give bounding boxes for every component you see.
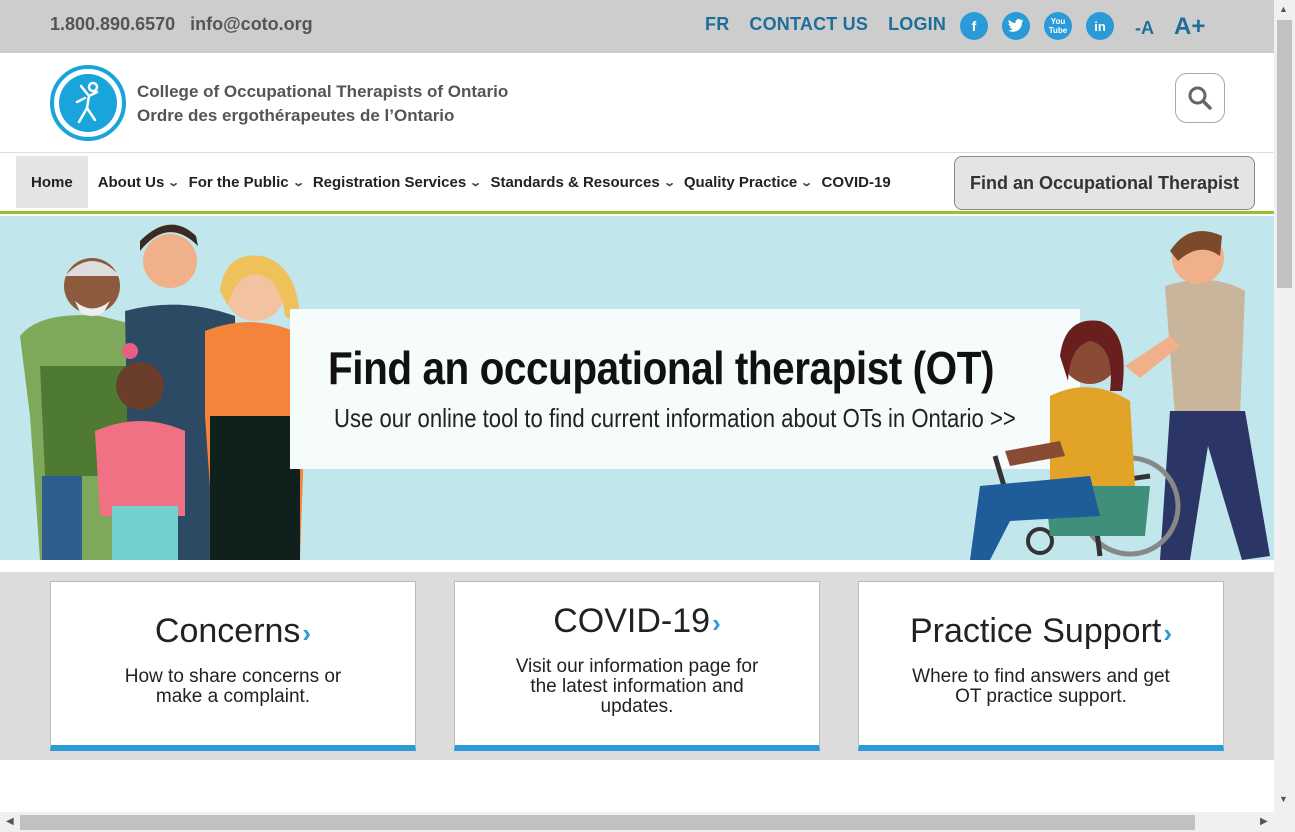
logo-figure-icon [59,74,117,132]
main-navigation: Home About Us ⌄ For the Public ⌄ Registrat… [0,154,1274,214]
find-ot-button[interactable]: Find an Occupational Therapist [954,156,1255,210]
login-link[interactable]: LOGIN [888,14,946,35]
card-title: Concerns› [154,612,312,650]
scroll-left-icon[interactable]: ◀ [6,816,14,827]
org-name-french: Ordre des ergothérapeutes de l’Ontario [137,106,455,125]
card-description: How to share concerns or make a complain… [124,666,342,707]
organization-name: College of Occupational Therapists of On… [137,80,508,128]
email-link[interactable]: info@coto.org [190,14,313,34]
org-name-english: College of Occupational Therapists of On… [137,82,509,101]
scroll-up-icon[interactable]: ▲ [1279,4,1288,14]
font-size-controls: -A A+ [1135,12,1205,41]
scroll-down-icon[interactable]: ▼ [1279,794,1288,804]
chevron-right-icon: › [712,608,721,638]
increase-font-button[interactable]: A+ [1174,13,1205,41]
nav-item-for-the-public[interactable]: For the Public ⌄ [184,156,308,208]
linkedin-icon[interactable]: in [1086,12,1114,40]
search-button[interactable] [1175,73,1225,123]
hero-subtitle[interactable]: Use our online tool to find current info… [334,403,1016,434]
site-header: College of Occupational Therapists of On… [0,53,1274,153]
quick-links-section: Concerns› How to share concerns or make … [0,572,1274,760]
contact-us-link[interactable]: CONTACT US [749,14,868,35]
nav-item-standards-resources[interactable]: Standards & Resources ⌄ [485,156,678,208]
decrease-font-button[interactable]: -A [1135,18,1154,39]
nav-item-home[interactable]: Home [16,156,88,208]
chevron-down-icon: ⌄ [291,176,305,189]
search-icon [1188,86,1212,110]
chevron-down-icon: ⌄ [167,176,181,189]
card-title: Practice Support› [909,612,1173,650]
contact-info: 1.800.890.6570 info@coto.org [50,14,323,35]
french-language-link[interactable]: FR [705,14,729,35]
hero-banner[interactable]: Find an occupational therapist (OT) Use … [0,216,1274,560]
chevron-right-icon: › [1163,618,1173,648]
practice-support-card[interactable]: Practice Support› Where to find answers … [858,581,1224,751]
utility-links: FR CONTACT US LOGIN [705,14,946,35]
facebook-icon[interactable]: f [960,12,988,40]
top-bar: 1.800.890.6570 info@coto.org FR CONTACT … [0,0,1274,53]
chevron-down-icon: ⌄ [662,176,676,189]
card-title: COVID-19› [553,602,721,640]
youtube-icon[interactable]: You Tube [1044,12,1072,40]
horizontal-scrollbar[interactable]: ◀ ▶ [0,812,1295,832]
chevron-down-icon: ⌄ [800,176,814,189]
nav-item-quality-practice[interactable]: Quality Practice ⌄ [679,156,817,208]
nav-item-about-us[interactable]: About Us ⌄ [93,156,184,208]
concerns-card[interactable]: Concerns› How to share concerns or make … [50,581,416,751]
vertical-scrollbar[interactable]: ▲ ▼ [1274,0,1295,812]
family-illustration [20,224,305,560]
phone-number[interactable]: 1.800.890.6570 [50,14,175,34]
social-links: f You Tube in [960,12,1114,40]
nav-item-covid-19[interactable]: COVID-19 [817,156,896,208]
chevron-down-icon: ⌄ [469,176,483,189]
covid-19-card[interactable]: COVID-19› Visit our information page for… [454,581,820,751]
coto-logo[interactable] [50,65,126,141]
nav-item-registration-services[interactable]: Registration Services ⌄ [308,156,486,208]
card-description: Where to find answers and get OT practic… [912,666,1170,707]
horizontal-scroll-thumb[interactable] [20,815,1195,830]
hero-title: Find an occupational therapist (OT) [328,342,995,394]
twitter-icon[interactable] [1002,12,1030,40]
vertical-scroll-thumb[interactable] [1277,20,1292,288]
wheelchair-illustration [970,231,1270,560]
card-description: Visit our information page for the lates… [515,656,759,717]
chevron-right-icon: › [302,618,312,648]
scroll-right-icon[interactable]: ▶ [1260,816,1268,827]
